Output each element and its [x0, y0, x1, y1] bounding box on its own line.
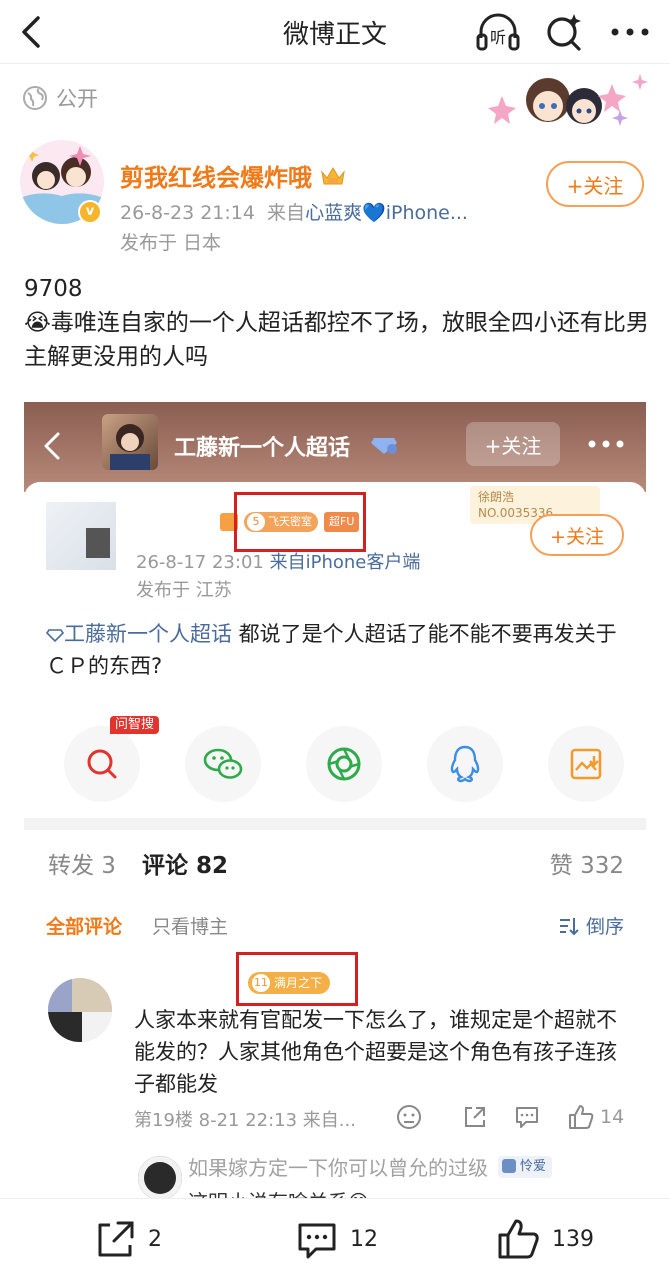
share-search: 问智搜 [64, 716, 160, 802]
embedded-source: 来自iPhone客户端 [269, 552, 421, 573]
decorative-sticker-banner [488, 74, 648, 126]
top-nav-bar: 微博正文 听 [0, 0, 670, 64]
reply-text-line-1: 如果嫁方定一下你可以曾允的过级 [188, 1156, 488, 1180]
embedded-post-card: 5 飞天密室 超FU 徐朗浩 NO.0035336 +关注 26-8-17 23:… [24, 482, 646, 830]
filter-owner-only[interactable]: 只看博主 [152, 912, 228, 939]
commenter-avatar[interactable] [48, 978, 112, 1042]
topic-cover-image [102, 414, 158, 470]
comment-count: 12 [350, 1226, 378, 1252]
comment-reply-icon[interactable] [512, 1102, 542, 1132]
sort-icon [559, 917, 579, 935]
post-source[interactable]: 心蓝爽💙iPhone... [305, 202, 468, 224]
medal-name: 满月之下 [274, 976, 323, 990]
visibility-row: 公开 [22, 80, 98, 116]
fan-card-name: 徐朗浩 [478, 490, 515, 504]
reply-badge: 怜爱 [498, 1156, 553, 1178]
share-wechat [185, 726, 261, 802]
share-qq [427, 726, 503, 802]
comment-text: 人家本来就有官配发一下怎么了，谁规定是个超就不能发的？人家其他角色个超要是这个角… [134, 1008, 617, 1096]
embedded-topic-tag: 工藤新一个人超话 [64, 622, 232, 646]
qq-icon [450, 745, 480, 783]
follow-button[interactable]: +关注 [546, 161, 644, 207]
like-count: 139 [552, 1226, 594, 1252]
smart-search-share-icon [87, 749, 117, 779]
listen-headphone-icon[interactable]: 听 [474, 10, 522, 54]
post-text-line-2: 😭毒唯连自家的一个人超话都控不了场，放眼全四小还有比男主解更没用的人吗 [24, 310, 649, 370]
interaction-tabs: 转发 3 评论 82 赞 332 [24, 846, 624, 886]
bottom-comment-button[interactable]: 12 [294, 1217, 378, 1261]
visibility-label: 公开 [56, 87, 98, 111]
embedded-share-row: 问智搜 [64, 716, 624, 806]
comment-share-icon[interactable] [460, 1102, 490, 1132]
medal-level: 11 [252, 974, 270, 992]
diamond-level-icon [371, 438, 397, 454]
listen-label: 听 [490, 28, 506, 47]
thumbs-up-icon [498, 1219, 539, 1259]
post-text-line-1: 9708 [24, 276, 83, 302]
sort-button[interactable]: 倒序 [558, 912, 624, 939]
embedded-blurred-avatar [46, 502, 116, 570]
embedded-follow-button: +关注 [466, 422, 560, 466]
post-location: 发布于 日本 [120, 232, 222, 254]
globe-icon [23, 86, 47, 110]
tab-like[interactable]: 赞 332 [550, 846, 624, 880]
post-image[interactable]: 工藤新一个人超话 +关注 5 飞天密室 超FU 徐朗浩 NO.0035336 +关… [24, 402, 646, 830]
topic-diamond-icon [46, 629, 64, 642]
comment-like-count: 14 [600, 1106, 625, 1128]
filter-all-comments[interactable]: 全部评论 [46, 912, 122, 939]
member-crown-icon [321, 166, 345, 184]
embedded-card-follow-button: +关注 [530, 514, 624, 556]
wechat-icon [203, 748, 243, 779]
comment-filters: 全部评论 只看博主 倒序 [46, 912, 624, 942]
post-body: 9708 😭毒唯连自家的一个人超话都控不了场，放眼全四小还有比男主解更没用的人吗 [24, 272, 650, 374]
post-time: 26-8-23 21:14 [120, 202, 255, 224]
sort-label[interactable]: 倒序 [586, 912, 624, 939]
author-name-text[interactable]: 剪我红线会爆炸哦 [120, 158, 312, 193]
embedded-topic-header: 工藤新一个人超话 +关注 [24, 402, 646, 492]
embedded-meta: 26-8-17 23:01 来自iPhone客户端 [136, 548, 420, 574]
comment-actions: 14 [394, 1102, 624, 1136]
bottom-action-bar: 2 12 139 [0, 1198, 670, 1280]
more-options-icon[interactable] [605, 12, 655, 52]
comment-icon [298, 1223, 336, 1259]
source-prefix: 来自 [267, 202, 306, 224]
share-moments [306, 726, 382, 802]
repost-icon [98, 1221, 134, 1257]
embedded-topic-name: 工藤新一个人超话 [174, 436, 351, 461]
repost-count: 2 [148, 1226, 162, 1252]
reply-avatar[interactable] [138, 1156, 182, 1200]
tab-comment[interactable]: 评论 82 [142, 846, 228, 880]
embedded-back-icon [44, 432, 60, 460]
commenter-medal: 11 满月之下 [248, 972, 331, 994]
embedded-more-icon [588, 440, 624, 448]
search-badge: 问智搜 [110, 716, 160, 734]
comment-meta: 第19楼 8-21 22:13 来自... [134, 1110, 356, 1131]
commenter-avatar-image [48, 978, 112, 1042]
highlight-box-badge [234, 492, 366, 552]
embedded-time: 26-8-17 23:01 [136, 552, 264, 573]
embedded-post-text: 工藤新一个人超话 都说了是个人超话了能不能不要再发关于ＣＰ的东西? [46, 618, 636, 682]
save-image-icon [570, 748, 602, 780]
bottom-like-button[interactable]: 139 [496, 1217, 594, 1261]
verified-badge: v [78, 200, 102, 224]
share-save-image [548, 726, 624, 802]
author-name[interactable]: 剪我红线会爆炸哦 [120, 158, 346, 193]
reply-avatar-image [138, 1156, 182, 1200]
smart-search-icon[interactable] [544, 10, 584, 54]
reply-badge-label: 怜爱 [520, 1159, 547, 1174]
section-divider [24, 818, 646, 830]
tab-repost[interactable]: 转发 3 [48, 846, 116, 880]
post-meta: 26-8-23 21:14 来自心蓝爽💙iPhone... [120, 198, 468, 225]
dislike-face-icon[interactable] [394, 1102, 424, 1132]
bottom-repost-button[interactable]: 2 [92, 1217, 162, 1261]
comment-like-icon[interactable] [566, 1102, 596, 1132]
embedded-location: 发布于 江苏 [136, 580, 232, 601]
moments-icon [327, 747, 361, 781]
